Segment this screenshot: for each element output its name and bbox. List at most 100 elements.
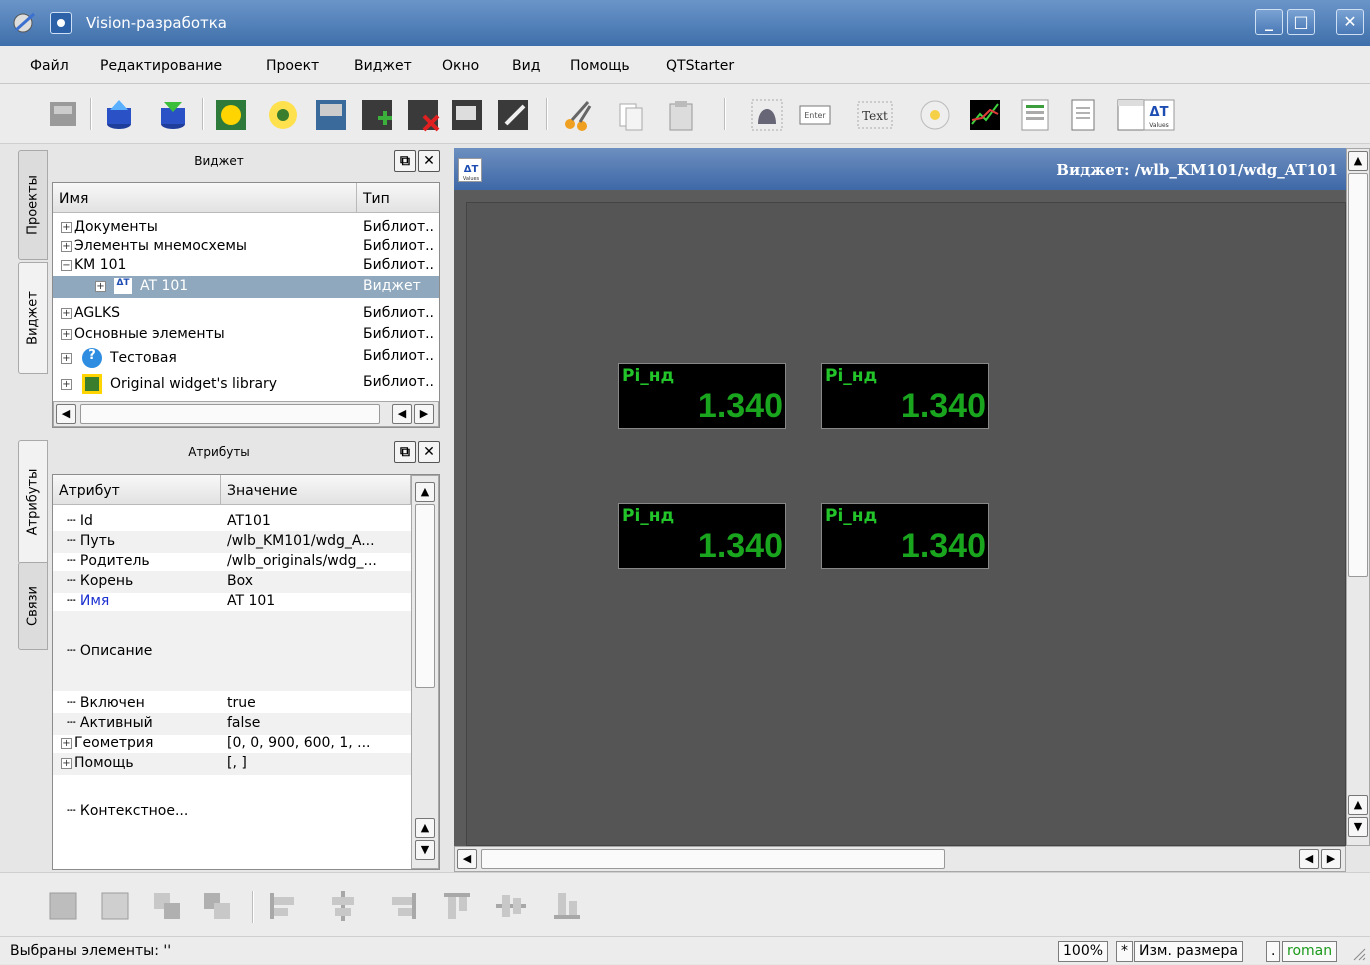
column-header-value[interactable]: Значение bbox=[221, 475, 411, 505]
attributes-table[interactable]: Атрибут Значение ┄ Id AT101 ┄ Путь/wlb_KM… bbox=[52, 474, 440, 870]
vertical-scrollbar[interactable]: ▲ ▲ ▼ bbox=[411, 475, 439, 869]
column-header-type[interactable]: Тип bbox=[357, 183, 439, 213]
scroll-right-button[interactable]: ▶ bbox=[1321, 849, 1341, 869]
menu-project[interactable]: Проект bbox=[266, 58, 319, 74]
widget-properties-icon[interactable] bbox=[448, 96, 486, 134]
form-element-icon[interactable]: Enter bbox=[796, 96, 834, 134]
menu-widget[interactable]: Виджет bbox=[354, 58, 412, 74]
text-element-icon[interactable]: Text bbox=[856, 96, 894, 134]
align-vcenter-icon[interactable] bbox=[494, 889, 528, 923]
value-element-icon[interactable]: ΔT Values bbox=[1140, 96, 1178, 134]
close-button[interactable]: ✕ bbox=[1336, 9, 1364, 35]
scroll-left-button[interactable]: ◀ bbox=[457, 849, 477, 869]
widget-edit-icon[interactable] bbox=[494, 96, 532, 134]
raise-icon[interactable] bbox=[46, 889, 80, 923]
tab-widget[interactable]: Виджет bbox=[18, 262, 48, 374]
horizontal-scrollbar[interactable]: ◀ ◀ ▶ bbox=[53, 401, 439, 427]
scroll-left-button-2[interactable]: ◀ bbox=[1299, 849, 1319, 869]
tree-row[interactable]: + AGLKS Библиот.. bbox=[53, 303, 439, 325]
cut-icon[interactable] bbox=[560, 96, 598, 134]
scroll-up-button[interactable]: ▲ bbox=[1348, 151, 1368, 171]
widget-canvas[interactable]: Pi_нд 1.340 Pi_нд 1.340 Pi_нд 1.340 Pi_н… bbox=[466, 202, 1346, 846]
scroll-thumb[interactable] bbox=[415, 504, 435, 688]
attr-row[interactable]: + Геометрия [0, 0, 900, 600, 1, ... bbox=[53, 733, 411, 755]
align-bottom-icon[interactable] bbox=[550, 889, 584, 923]
subwindow-titlebar[interactable]: ΔT Values Виджет: /wlb_KM101/wdg_AT101 bbox=[454, 148, 1346, 190]
scroll-left-button[interactable]: ◀ bbox=[56, 404, 76, 424]
align-center-icon[interactable] bbox=[326, 889, 360, 923]
resize-mode-indicator[interactable]: Изм. размера bbox=[1134, 941, 1243, 962]
float-dock-button[interactable]: ⧉ bbox=[394, 441, 416, 463]
attr-row[interactable]: ┄ Id AT101 bbox=[53, 511, 411, 533]
expand-icon[interactable]: + bbox=[61, 240, 72, 252]
library-add-icon[interactable] bbox=[312, 96, 350, 134]
scroll-up-button-2[interactable]: ▲ bbox=[415, 818, 435, 838]
close-dock-button[interactable]: ✕ bbox=[418, 441, 440, 463]
tab-attributes[interactable]: Атрибуты bbox=[18, 440, 48, 564]
db-save-icon[interactable] bbox=[44, 96, 82, 134]
attr-row[interactable]: ┄ Описание bbox=[53, 611, 411, 691]
document-element-icon[interactable] bbox=[1064, 96, 1102, 134]
column-header-attribute[interactable]: Атрибут bbox=[53, 475, 221, 505]
expand-icon[interactable]: + bbox=[61, 221, 72, 233]
canvas-horizontal-scrollbar[interactable]: ◀ ◀ ▶ bbox=[454, 846, 1346, 872]
scroll-right-button[interactable]: ▶ bbox=[414, 404, 434, 424]
scroll-thumb[interactable] bbox=[80, 404, 380, 424]
move-up-icon[interactable] bbox=[150, 889, 184, 923]
expand-icon[interactable]: + bbox=[95, 280, 106, 292]
value-widget[interactable]: Pi_нд 1.340 bbox=[821, 503, 989, 569]
align-left-icon[interactable] bbox=[266, 889, 300, 923]
align-right-icon[interactable] bbox=[386, 889, 420, 923]
new-widget-icon[interactable] bbox=[264, 96, 302, 134]
scroll-thumb[interactable] bbox=[1348, 173, 1368, 577]
expand-icon[interactable]: + bbox=[61, 737, 72, 749]
paste-icon[interactable] bbox=[662, 96, 700, 134]
column-header-name[interactable]: Имя bbox=[53, 183, 357, 213]
attr-row[interactable]: ┄ Имя AT 101 bbox=[53, 591, 411, 613]
tree-row[interactable]: + Original widget's library Библиот.. bbox=[53, 372, 439, 394]
align-top-icon[interactable] bbox=[440, 889, 474, 923]
db-load-icon[interactable] bbox=[100, 96, 138, 134]
scroll-left-button-2[interactable]: ◀ bbox=[392, 404, 412, 424]
value-widget[interactable]: Pi_нд 1.340 bbox=[618, 363, 786, 429]
attr-row[interactable]: ┄ Контекстное... bbox=[53, 773, 411, 853]
expand-icon[interactable]: + bbox=[61, 328, 72, 340]
tree-row[interactable]: − KM 101 Библиот.. bbox=[53, 255, 439, 277]
scroll-thumb[interactable] bbox=[481, 849, 945, 869]
collapse-icon[interactable]: − bbox=[61, 259, 72, 271]
maximize-button[interactable]: □ bbox=[1287, 9, 1315, 35]
move-down-icon[interactable] bbox=[200, 889, 234, 923]
scroll-up-button-2[interactable]: ▲ bbox=[1348, 795, 1368, 815]
menu-edit[interactable]: Редактирование bbox=[100, 58, 222, 74]
widget-tree[interactable]: Имя Тип + Документы Библиот.. + Элементы м… bbox=[52, 182, 440, 428]
float-dock-button[interactable]: ⧉ bbox=[394, 150, 416, 172]
menu-qtstarter[interactable]: QTStarter bbox=[666, 58, 734, 74]
expand-icon[interactable]: + bbox=[61, 757, 72, 769]
tree-row[interactable]: +? Тестовая Библиот.. bbox=[53, 346, 439, 368]
scroll-down-button[interactable]: ▼ bbox=[415, 840, 435, 860]
new-library-icon[interactable] bbox=[212, 96, 250, 134]
attr-row[interactable]: ┄ Родитель/wlb_originals/wdg_... bbox=[53, 551, 411, 573]
attr-row[interactable]: + Помощь [, ] bbox=[53, 753, 411, 775]
tab-projects[interactable]: Проекты bbox=[18, 150, 48, 260]
minimize-button[interactable]: _ bbox=[1255, 9, 1283, 35]
attr-row[interactable]: ┄ Путь/wlb_KM101/wdg_A... bbox=[53, 531, 411, 553]
menu-file[interactable]: Файл bbox=[30, 58, 69, 74]
tree-row[interactable]: + Основные элементы Библиот.. bbox=[53, 324, 439, 346]
attr-row[interactable]: ┄ Активный false bbox=[53, 713, 411, 735]
menu-help[interactable]: Помощь bbox=[570, 58, 630, 74]
diagram-element-icon[interactable] bbox=[966, 96, 1004, 134]
tree-row-selected[interactable]: + ΔT AT 101 Виджет bbox=[53, 276, 439, 298]
lower-icon[interactable] bbox=[98, 889, 132, 923]
elfigure-icon[interactable] bbox=[748, 96, 786, 134]
attr-row[interactable]: ┄ Включен true bbox=[53, 693, 411, 715]
media-element-icon[interactable] bbox=[916, 96, 954, 134]
value-widget[interactable]: Pi_нд 1.340 bbox=[821, 363, 989, 429]
widget-add-icon[interactable] bbox=[358, 96, 396, 134]
scroll-down-button[interactable]: ▼ bbox=[1348, 817, 1368, 837]
copy-icon[interactable] bbox=[610, 96, 648, 134]
mdi-vertical-scrollbar[interactable]: ▲ ▲ ▼ bbox=[1346, 148, 1370, 846]
menu-window[interactable]: Окно bbox=[442, 58, 479, 74]
window-menu-icon[interactable] bbox=[50, 12, 72, 34]
tab-links[interactable]: Связи bbox=[18, 562, 48, 650]
